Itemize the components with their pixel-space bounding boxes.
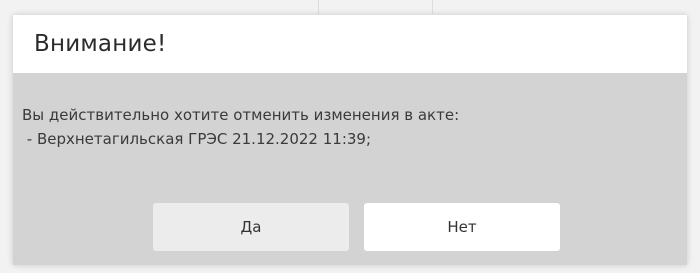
dialog-header: Внимание! xyxy=(13,15,687,73)
no-button[interactable]: Нет xyxy=(364,203,560,251)
confirm-dialog: Внимание! Вы действительно хотите отмени… xyxy=(13,15,687,265)
background-divider xyxy=(318,0,319,14)
dialog-message: Вы действительно хотите отменить изменен… xyxy=(13,73,687,151)
dialog-buttons: Да Нет xyxy=(13,203,687,251)
background-divider xyxy=(432,0,433,14)
yes-button[interactable]: Да xyxy=(153,203,349,251)
dialog-message-line: Вы действительно хотите отменить изменен… xyxy=(22,106,460,124)
dialog-title: Внимание! xyxy=(34,31,167,57)
dialog-message-item: - Верхнетагильская ГРЭС 21.12.2022 11:39… xyxy=(22,130,372,148)
